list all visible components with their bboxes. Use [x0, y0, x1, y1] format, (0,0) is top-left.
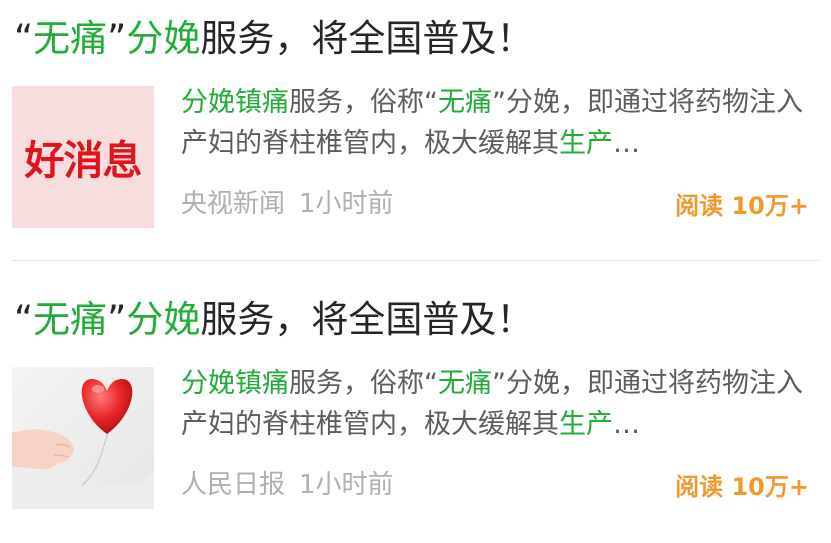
article-summary: 分娩镇痛服务，俗称“无痛”分娩，即通过将药物注入产妇的脊柱椎管内，极大缓解其生产… — [181, 87, 803, 159]
article-meta: 央视新闻 1小时前 — [181, 183, 394, 220]
article-title[interactable]: “无痛”分娩服务，将全国普及！ — [14, 14, 533, 64]
article-time: 1小时前 — [299, 189, 394, 219]
article-thumbnail[interactable] — [12, 367, 154, 509]
read-count: 阅读 10万+ — [675, 473, 809, 501]
article-time: 1小时前 — [299, 470, 394, 500]
news-card[interactable]: “无痛”分娩服务，将全国普及！ 好消息 分娩镇痛服务，俗称“无痛”分娩，即通过将… — [0, 0, 831, 262]
article-title[interactable]: “无痛”分娩服务，将全国普及！ — [14, 295, 533, 345]
article-source: 央视新闻 — [181, 189, 286, 219]
read-count: 阅读 10万+ — [675, 192, 809, 220]
heart-balloon-baby-hand-icon — [12, 367, 154, 509]
article-thumbnail[interactable]: 好消息 — [12, 86, 154, 228]
news-card[interactable]: “无痛”分娩服务，将全国普及！ 分娩镇痛服务，俗称“无痛”分娩，即通过将药物注入… — [0, 281, 831, 543]
divider — [12, 260, 819, 261]
article-source: 人民日报 — [181, 470, 286, 500]
article-summary: 分娩镇痛服务，俗称“无痛”分娩，即通过将药物注入产妇的脊柱椎管内，极大缓解其生产… — [181, 368, 803, 440]
good-news-text: 好消息 — [24, 138, 143, 184]
good-news-image: 好消息 — [12, 86, 154, 228]
article-meta: 人民日报 1小时前 — [181, 464, 394, 501]
